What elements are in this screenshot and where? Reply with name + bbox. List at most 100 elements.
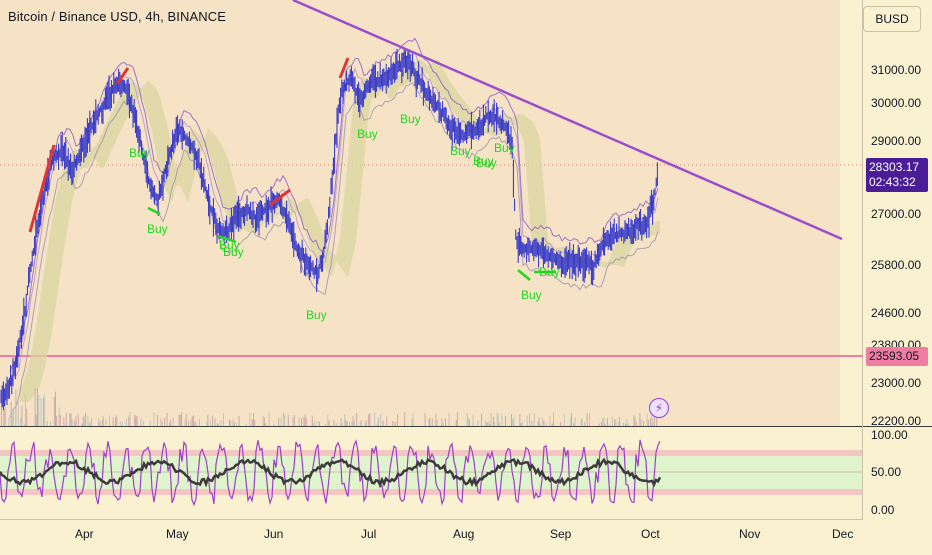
oscillator-tick: 50.00: [871, 465, 902, 479]
volume-bar: [472, 414, 474, 426]
volume-bar: [206, 422, 208, 426]
volume-bar: [340, 418, 342, 426]
volume-bar: [236, 423, 238, 426]
buy-label: Buy: [521, 288, 542, 302]
volume-bar: [499, 422, 500, 426]
oversold-band: [0, 489, 863, 495]
volume-bar: [650, 418, 652, 426]
volume-bar: [38, 395, 40, 426]
volume-bar: [327, 414, 329, 426]
volume-bar: [511, 414, 512, 426]
volume-bar: [169, 422, 170, 426]
volume-bar: [615, 419, 617, 426]
volume-bar: [40, 398, 42, 426]
volume-bar: [436, 420, 438, 426]
volume-bar: [194, 421, 196, 426]
volume-bar: [69, 413, 71, 426]
volume-bar: [333, 420, 335, 426]
volume-bar: [364, 422, 366, 426]
price-tick: 24600.00: [871, 306, 922, 320]
volume-bar: [313, 423, 314, 426]
volume-bar: [455, 420, 457, 426]
volume-bar: [254, 419, 256, 426]
volume-bar: [99, 421, 101, 426]
volume-bar: [278, 418, 280, 426]
price-tick: 22200.00: [871, 414, 922, 428]
volume-bar: [149, 420, 151, 426]
price-axis[interactable]: 31000.00 30000.00 29000.00 27000.00 2580…: [863, 0, 932, 520]
volume-bar: [584, 422, 586, 426]
volume-bar: [245, 423, 247, 426]
volume-bar: [265, 423, 266, 426]
volume-bar: [55, 391, 56, 426]
volume-bar: [253, 413, 254, 426]
volume-bar: [190, 418, 192, 426]
volume-bar: [301, 418, 302, 426]
volume-bar: [220, 419, 222, 426]
price-chart-svg[interactable]: Buy Buy Buy Buy Buy Buy Buy Buy Buy Buy …: [0, 0, 932, 550]
bar-countdown: 02:43:32: [869, 175, 916, 189]
lightning-icon[interactable]: ⚡: [649, 398, 669, 418]
volume-bar: [442, 423, 444, 426]
volume-bar: [35, 414, 37, 426]
volume-bar: [262, 416, 264, 426]
buy-label: Buy: [400, 112, 421, 126]
volume-bar: [549, 415, 551, 426]
volume-bar: [489, 423, 491, 426]
volume-bar: [119, 421, 121, 426]
buy-label: Buy: [223, 245, 244, 259]
volume-bar: [626, 419, 628, 426]
volume-bar: [428, 419, 430, 426]
volume-bar: [467, 417, 469, 426]
volume-bar: [223, 413, 224, 426]
volume-bar: [429, 417, 431, 426]
volume-bar: [487, 422, 488, 426]
volume-bar: [448, 412, 450, 426]
volume-bar: [75, 415, 77, 426]
volume-bar: [513, 416, 515, 426]
volume-bar: [346, 421, 348, 426]
volume-bar: [17, 400, 19, 426]
volume-bar: [191, 416, 193, 426]
volume-bar: [184, 419, 186, 426]
volume-bar: [551, 423, 553, 426]
volume-bar: [380, 414, 382, 426]
volume-bar: [633, 414, 635, 426]
volume-bar: [91, 418, 92, 426]
volume-bar: [316, 421, 318, 426]
volume-bar: [58, 407, 60, 426]
volume-bar: [634, 416, 636, 426]
oscillator-tick: 100.00: [871, 428, 908, 442]
volume-bar: [103, 416, 104, 426]
price-tick: 31000.00: [871, 63, 922, 77]
volume-bar: [537, 421, 539, 426]
volume-bar: [493, 416, 494, 426]
volume-bar: [521, 421, 523, 426]
volume-bar: [457, 412, 458, 426]
volume-bar: [622, 422, 624, 426]
volume-bar: [466, 412, 468, 426]
time-tick: Dec: [832, 527, 854, 541]
volume-bar: [488, 421, 490, 426]
symbol-title[interactable]: Bitcoin / Binance USD, 4h, BINANCE: [8, 9, 226, 24]
chart-area[interactable]: Buy Buy Buy Buy Buy Buy Buy Buy Buy Buy …: [0, 0, 932, 550]
volume-bar: [81, 423, 83, 426]
volume-bar: [82, 416, 84, 426]
time-tick: Jun: [264, 527, 284, 541]
volume-bar: [53, 397, 55, 426]
volume-bar: [604, 423, 606, 426]
volume-bar: [382, 420, 384, 426]
volume-bar: [445, 418, 446, 426]
volume-bar: [431, 418, 433, 426]
volume-bar: [8, 417, 10, 426]
volume-bar: [185, 414, 187, 426]
volume-bar: [44, 394, 46, 426]
horizontal-line-price-tag: 23593.05: [866, 347, 928, 366]
volume-bar: [512, 418, 514, 426]
volume-bar: [441, 418, 443, 426]
volume-bar: [580, 418, 582, 426]
volume-bar: [164, 417, 166, 426]
volume-bar: [11, 409, 13, 426]
volume-bar: [56, 415, 58, 426]
volume-bar: [477, 420, 479, 426]
